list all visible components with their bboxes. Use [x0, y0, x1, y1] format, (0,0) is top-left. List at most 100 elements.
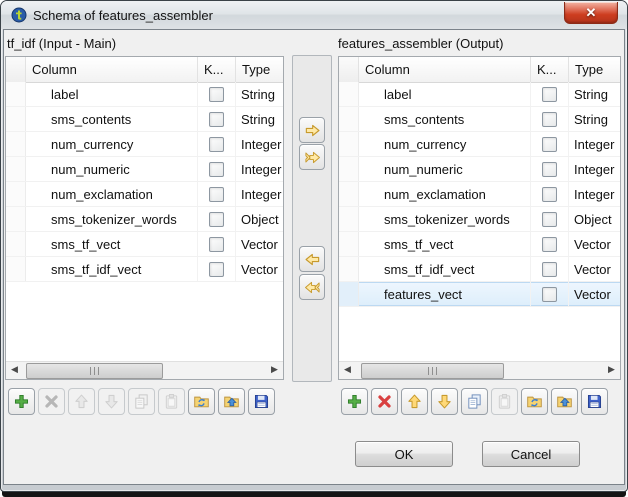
key-checkbox[interactable]: [542, 187, 557, 202]
key-cell: [531, 282, 569, 306]
table-row[interactable]: num_exclamationInteger: [6, 182, 283, 207]
copy-button[interactable]: [461, 388, 488, 415]
close-button[interactable]: ✕: [564, 2, 618, 24]
table-row[interactable]: num_currencyInteger: [6, 132, 283, 157]
table-row[interactable]: sms_tf_vect Vector: [6, 232, 283, 257]
row-header-cell: [339, 282, 359, 306]
table-row[interactable]: sms_tf_idf_vectVector: [339, 257, 620, 282]
key-checkbox[interactable]: [209, 187, 224, 202]
key-checkbox[interactable]: [542, 87, 557, 102]
column-name: sms_tokenizer_words: [359, 207, 531, 231]
row-header-cell: [6, 82, 26, 106]
key-checkbox[interactable]: [209, 262, 224, 277]
save-schema-button[interactable]: [581, 388, 608, 415]
scroll-thumb[interactable]: [26, 363, 163, 379]
copy-column-to-input-button[interactable]: [299, 246, 325, 272]
copy-all-columns-to-output-button[interactable]: [299, 144, 325, 170]
table-row[interactable]: num_currency Integer: [339, 132, 620, 157]
h-scrollbar[interactable]: ◀ ▶: [339, 361, 620, 379]
column-name: sms_tf_idf_vect: [359, 257, 531, 281]
key-checkbox[interactable]: [542, 212, 557, 227]
table-row[interactable]: sms_contentsString: [6, 107, 283, 132]
input-panel-label: tf_idf (Input - Main): [7, 36, 116, 51]
table-row[interactable]: labelString: [339, 82, 620, 107]
scroll-thumb[interactable]: [361, 363, 504, 379]
column-type: Integer: [569, 132, 620, 156]
key-checkbox[interactable]: [542, 112, 557, 127]
row-header-cell: [6, 257, 26, 281]
table-row[interactable]: num_numericInteger: [339, 157, 620, 182]
key-checkbox[interactable]: [209, 87, 224, 102]
add-column-button[interactable]: [8, 388, 35, 415]
key-checkbox[interactable]: [209, 112, 224, 127]
key-checkbox[interactable]: [209, 162, 224, 177]
key-cell: [531, 182, 569, 206]
copy-icon: [133, 393, 150, 410]
scroll-right-button[interactable]: ▶: [603, 362, 620, 379]
double-arrow-left-icon: [304, 279, 321, 296]
table-row[interactable]: sms_tokenizer_wordsObject: [6, 207, 283, 232]
copy-all-columns-to-input-button[interactable]: [299, 274, 325, 300]
key-cell: [531, 107, 569, 131]
column-type: Vector: [236, 232, 283, 256]
column-name: num_currency: [359, 132, 531, 156]
row-header-cell: [339, 257, 359, 281]
key-checkbox[interactable]: [209, 237, 224, 252]
key-checkbox[interactable]: [542, 287, 557, 302]
remove-column-button[interactable]: [371, 388, 398, 415]
table-row[interactable]: num_numericInteger: [6, 157, 283, 182]
table-body: labelStringsms_contentsStringnum_currenc…: [339, 82, 620, 361]
schema-dialog: Schema of features_assembler ✕ tf_idf (I…: [0, 0, 628, 497]
key-checkbox[interactable]: [542, 137, 557, 152]
key-checkbox[interactable]: [542, 162, 557, 177]
arrow-left-icon: [304, 251, 321, 268]
table-row[interactable]: labelString: [6, 82, 283, 107]
folder-export-icon: [556, 393, 573, 410]
window-title: Schema of features_assembler: [33, 1, 213, 30]
table-row[interactable]: sms_contents String: [339, 107, 620, 132]
row-header-cell: [339, 107, 359, 131]
row-header-cell: [339, 82, 359, 106]
table-row[interactable]: sms_tf_vectVector: [339, 232, 620, 257]
column-type: String: [569, 107, 620, 131]
table-row[interactable]: num_exclamationInteger: [339, 182, 620, 207]
add-column-button[interactable]: [341, 388, 368, 415]
titlebar[interactable]: Schema of features_assembler ✕: [1, 1, 627, 29]
row-header-cell: [339, 232, 359, 256]
scroll-right-button[interactable]: ▶: [266, 362, 283, 379]
table-row[interactable]: sms_tokenizer_wordsObject: [339, 207, 620, 232]
table-row[interactable]: sms_tf_idf_vectVector: [6, 257, 283, 282]
column-name: sms_tf_idf_vect: [26, 257, 198, 281]
export-schema-button[interactable]: [551, 388, 578, 415]
row-header-column: [339, 57, 359, 82]
column-type: Vector: [569, 232, 620, 256]
arrow-down-icon: [103, 393, 120, 410]
column-name: sms_tf_vect: [26, 232, 198, 256]
import-schema-button[interactable]: [521, 388, 548, 415]
scroll-left-button[interactable]: ◀: [339, 362, 356, 379]
close-icon: ✕: [586, 5, 597, 20]
key-checkbox[interactable]: [542, 262, 557, 277]
arrow-down-icon: [436, 393, 453, 410]
row-header-cell: [6, 182, 26, 206]
cancel-button[interactable]: Cancel: [482, 441, 580, 467]
copy-column-to-output-button[interactable]: [299, 117, 325, 143]
column-name: sms_contents: [359, 107, 531, 131]
save-schema-button[interactable]: [248, 388, 275, 415]
export-schema-button[interactable]: [218, 388, 245, 415]
transfer-button-strip: [292, 55, 332, 382]
table-row[interactable]: features_vectVector: [339, 282, 620, 307]
move-down-button[interactable]: [431, 388, 458, 415]
ok-button[interactable]: OK: [355, 441, 453, 467]
scroll-left-button[interactable]: ◀: [6, 362, 23, 379]
key-checkbox[interactable]: [209, 137, 224, 152]
column-type: Integer: [569, 182, 620, 206]
column-type: String: [236, 82, 283, 106]
column-name: label: [359, 82, 531, 106]
key-checkbox[interactable]: [209, 212, 224, 227]
move-up-button: [68, 388, 95, 415]
import-schema-button[interactable]: [188, 388, 215, 415]
move-up-button[interactable]: [401, 388, 428, 415]
key-checkbox[interactable]: [542, 237, 557, 252]
h-scrollbar[interactable]: ◀ ▶: [6, 361, 283, 379]
